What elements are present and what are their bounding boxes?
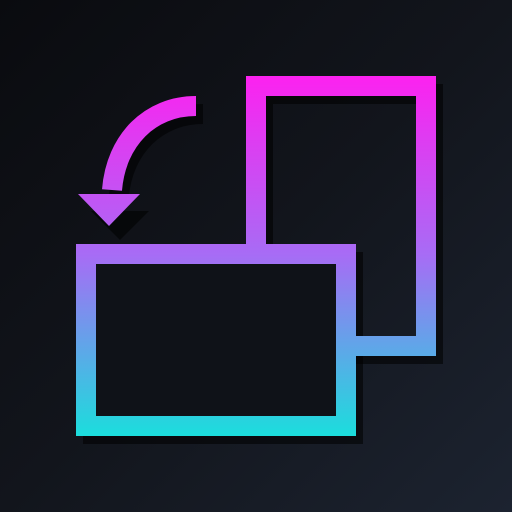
landscape-frame-icon (76, 244, 356, 436)
app-icon (0, 0, 512, 512)
rotate-orientation-icon (76, 76, 443, 444)
